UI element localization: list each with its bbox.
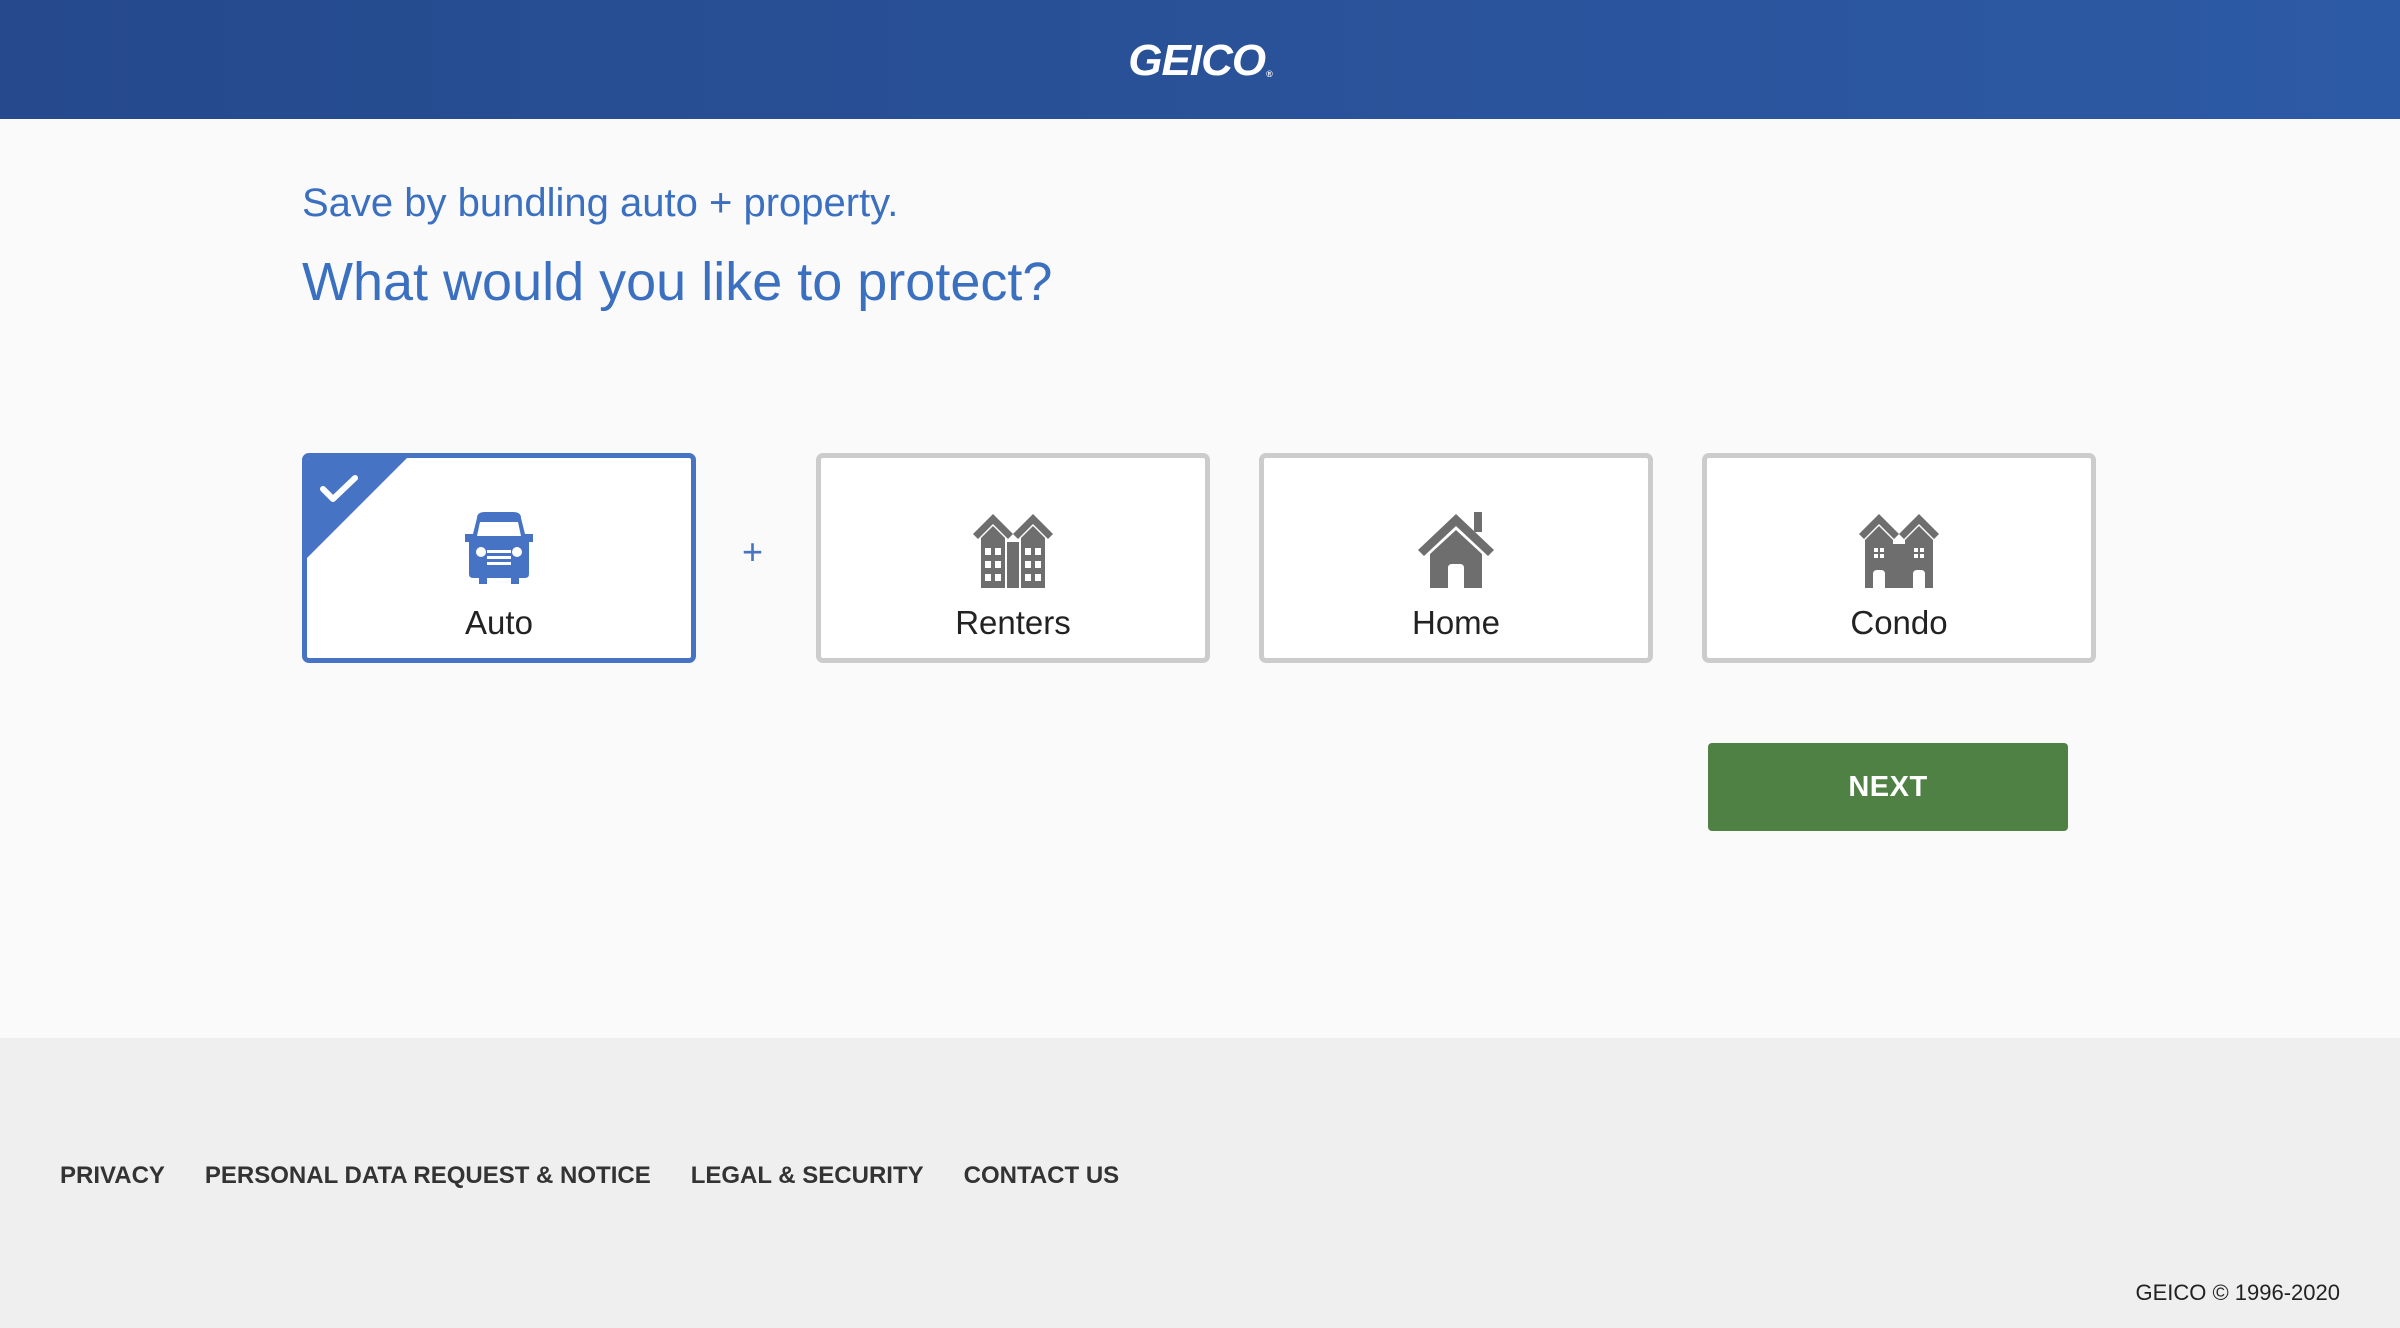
- plus-sign: +: [742, 531, 764, 572]
- logo-registered-mark: ®: [1266, 69, 1273, 79]
- option-label: Auto: [465, 604, 533, 641]
- next-button[interactable]: NEXT: [1708, 743, 2068, 831]
- footer-link-contact-us[interactable]: CONTACT US: [964, 1162, 1120, 1190]
- logo-text: GEICO: [1128, 36, 1266, 85]
- apartment-icon: [973, 514, 1053, 588]
- car-icon: [465, 512, 533, 584]
- condo-icon: [1859, 514, 1939, 588]
- option-label: Condo: [1850, 604, 1948, 641]
- footer-link-privacy[interactable]: PRIVACY: [60, 1162, 165, 1190]
- page-subtitle: Save by bundling auto + property.: [302, 181, 899, 225]
- page-title: What would you like to protect?: [302, 252, 1053, 312]
- option-card-renters[interactable]: Renters: [816, 453, 1210, 663]
- option-card-home[interactable]: Home: [1259, 453, 1653, 663]
- footer: PRIVACY PERSONAL DATA REQUEST & NOTICE L…: [0, 1038, 2400, 1328]
- option-label: Renters: [955, 604, 1071, 641]
- copyright-text: GEICO © 1996-2020: [2135, 1280, 2340, 1305]
- checkmark-icon: [320, 475, 358, 502]
- geico-logo[interactable]: GEICO ®: [1099, 36, 1301, 85]
- option-label: Home: [1411, 604, 1501, 641]
- top-header: GEICO ®: [0, 0, 2400, 119]
- main-content: Save by bundling auto + property. What w…: [0, 119, 2400, 1038]
- selected-corner: [307, 458, 407, 558]
- footer-links: PRIVACY PERSONAL DATA REQUEST & NOTICE L…: [60, 1162, 1119, 1190]
- footer-link-personal-data[interactable]: PERSONAL DATA REQUEST & NOTICE: [205, 1162, 651, 1190]
- house-icon: [1418, 512, 1494, 588]
- option-card-condo[interactable]: Condo: [1702, 453, 2096, 663]
- option-card-auto[interactable]: Auto: [302, 453, 696, 663]
- footer-link-legal-security[interactable]: LEGAL & SECURITY: [691, 1162, 924, 1190]
